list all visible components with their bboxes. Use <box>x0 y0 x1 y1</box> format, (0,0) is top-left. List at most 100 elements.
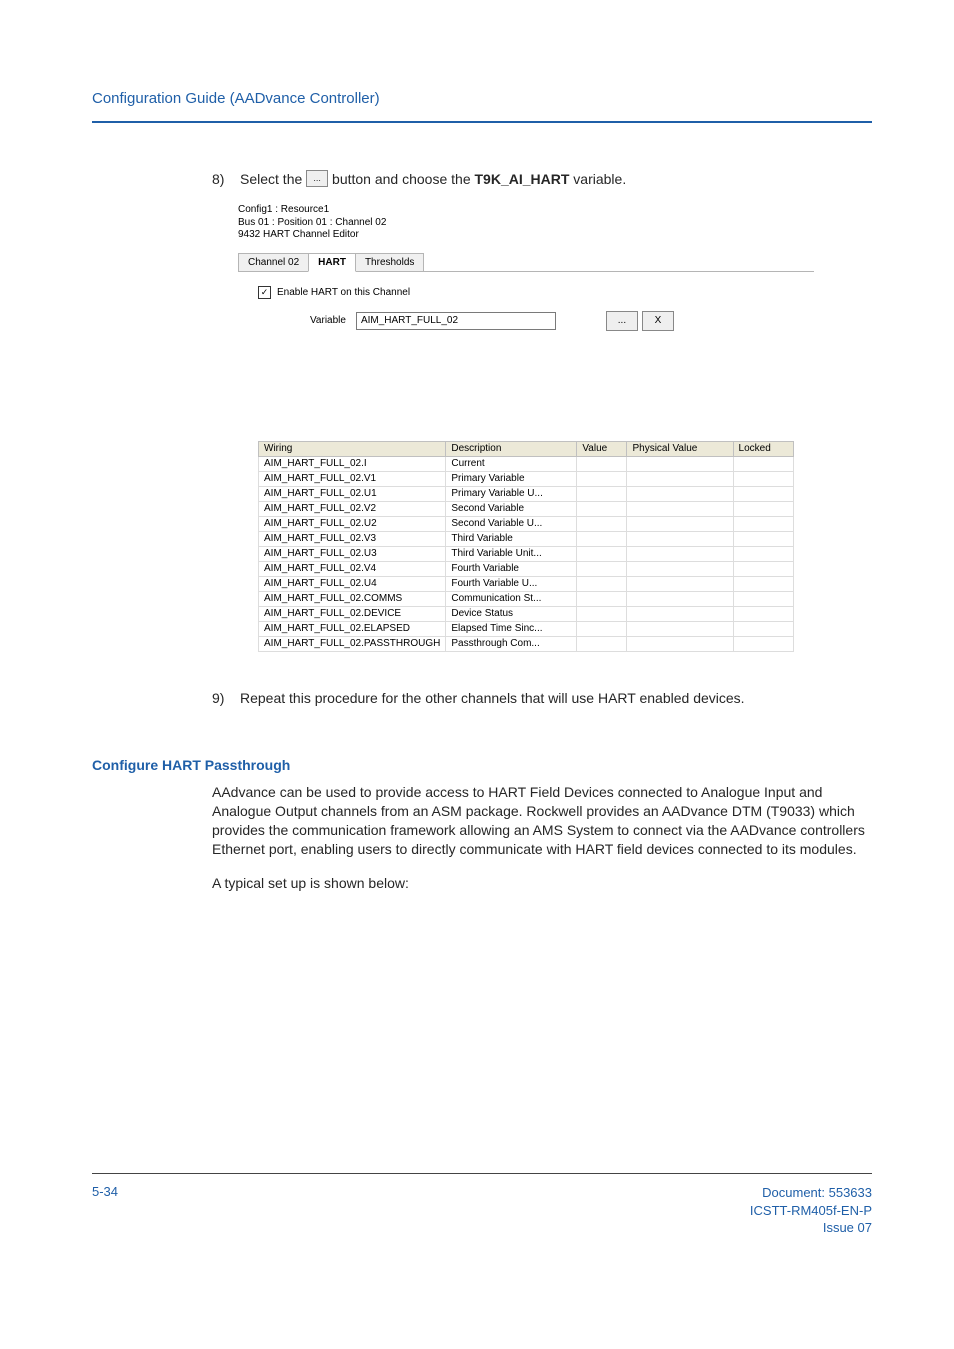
cell-empty <box>733 516 793 531</box>
cell-empty <box>577 636 627 651</box>
tab-channel[interactable]: Channel 02 <box>238 253 309 271</box>
cell-empty <box>627 546 733 561</box>
cell-empty <box>577 516 627 531</box>
cell-description: Communication St... <box>446 591 577 606</box>
tab-hart[interactable]: HART <box>308 253 356 272</box>
cell-wiring: AIM_HART_FULL_02.V2 <box>259 501 446 516</box>
cell-empty <box>733 576 793 591</box>
table-row[interactable]: AIM_HART_FULL_02.U2Second Variable U... <box>259 516 794 531</box>
cell-empty <box>577 606 627 621</box>
cell-wiring: AIM_HART_FULL_02.ELAPSED <box>259 621 446 636</box>
cell-empty <box>627 456 733 471</box>
table-row[interactable]: AIM_HART_FULL_02.U1Primary Variable U... <box>259 486 794 501</box>
cell-description: Device Status <box>446 606 577 621</box>
enable-hart-checkbox[interactable]: ✓ <box>258 286 271 299</box>
cell-empty <box>627 486 733 501</box>
cell-wiring: AIM_HART_FULL_02.PASSTHROUGH <box>259 636 446 651</box>
col-description[interactable]: Description <box>446 441 577 456</box>
footer-page: 5-34 <box>92 1184 118 1237</box>
cell-wiring: AIM_HART_FULL_02.V4 <box>259 561 446 576</box>
wiring-table: Wiring Description Value Physical Value … <box>258 441 794 652</box>
cell-description: Primary Variable <box>446 471 577 486</box>
window-title-line-1: Config1 : Resource1 <box>238 204 814 217</box>
cell-empty <box>733 546 793 561</box>
cell-empty <box>733 486 793 501</box>
col-value[interactable]: Value <box>577 441 627 456</box>
table-row[interactable]: AIM_HART_FULL_02.ELAPSEDElapsed Time Sin… <box>259 621 794 636</box>
footer-issue: Issue 07 <box>750 1219 872 1237</box>
cell-description: Primary Variable U... <box>446 486 577 501</box>
clear-button[interactable]: X <box>642 311 674 331</box>
table-row[interactable]: AIM_HART_FULL_02.V2Second Variable <box>259 501 794 516</box>
cell-empty <box>577 621 627 636</box>
cell-empty <box>577 456 627 471</box>
cell-empty <box>627 576 733 591</box>
footer-rule <box>92 1173 872 1174</box>
step-9-text: Repeat this procedure for the other chan… <box>240 690 745 706</box>
enable-hart-label: Enable HART on this Channel <box>277 287 410 298</box>
step-8: 8) Select the ... button and choose the … <box>212 169 872 190</box>
col-wiring[interactable]: Wiring <box>259 441 446 456</box>
table-row[interactable]: AIM_HART_FULL_02.COMMSCommunication St..… <box>259 591 794 606</box>
table-row[interactable]: AIM_HART_FULL_02.U4Fourth Variable U... <box>259 576 794 591</box>
table-row[interactable]: AIM_HART_FULL_02.U3Third Variable Unit..… <box>259 546 794 561</box>
table-row[interactable]: AIM_HART_FULL_02.V3Third Variable <box>259 531 794 546</box>
cell-empty <box>627 591 733 606</box>
header-rule <box>92 121 872 123</box>
cell-description: Elapsed Time Sinc... <box>446 621 577 636</box>
variable-input[interactable]: AIM_HART_FULL_02 <box>356 312 556 330</box>
cell-description: Current <box>446 456 577 471</box>
hart-editor-screenshot: Config1 : Resource1 Bus 01 : Position 01… <box>238 204 814 656</box>
cell-wiring: AIM_HART_FULL_02.V1 <box>259 471 446 486</box>
cell-description: Third Variable Unit... <box>446 546 577 561</box>
table-row[interactable]: AIM_HART_FULL_02.DEVICEDevice Status <box>259 606 794 621</box>
cell-empty <box>733 471 793 486</box>
footer-doc: Document: 553633 <box>750 1184 872 1202</box>
enable-hart-row: ✓ Enable HART on this Channel <box>258 286 794 299</box>
step-8-number: 8) <box>212 169 224 190</box>
browse-button[interactable]: ... <box>606 311 638 331</box>
cell-wiring: AIM_HART_FULL_02.DEVICE <box>259 606 446 621</box>
cell-empty <box>627 516 733 531</box>
cell-wiring: AIM_HART_FULL_02.V3 <box>259 531 446 546</box>
step-8-text-post: variable. <box>573 171 626 187</box>
cell-empty <box>577 576 627 591</box>
cell-description: Fourth Variable <box>446 561 577 576</box>
cell-empty <box>577 501 627 516</box>
cell-description: Second Variable U... <box>446 516 577 531</box>
cell-empty <box>577 486 627 501</box>
table-row[interactable]: AIM_HART_FULL_02.V4Fourth Variable <box>259 561 794 576</box>
page-header: Configuration Guide (AADvance Controller… <box>92 90 872 107</box>
step-9-number: 9) <box>212 688 224 709</box>
col-physical[interactable]: Physical Value <box>627 441 733 456</box>
cell-wiring: AIM_HART_FULL_02.U1 <box>259 486 446 501</box>
cell-empty <box>627 606 733 621</box>
step-9: 9) Repeat this procedure for the other c… <box>212 688 872 709</box>
tab-thresholds[interactable]: Thresholds <box>355 253 424 271</box>
cell-empty <box>733 456 793 471</box>
table-row[interactable]: AIM_HART_FULL_02.V1Primary Variable <box>259 471 794 486</box>
cell-empty <box>627 561 733 576</box>
cell-wiring: AIM_HART_FULL_02.COMMS <box>259 591 446 606</box>
cell-empty <box>627 471 733 486</box>
step-8-text-mid: button and choose the <box>332 171 474 187</box>
cell-empty <box>577 546 627 561</box>
col-locked[interactable]: Locked <box>733 441 793 456</box>
cell-description: Second Variable <box>446 501 577 516</box>
ellipsis-icon: ... <box>306 170 328 187</box>
variable-label: Variable <box>310 315 346 326</box>
cell-empty <box>627 621 733 636</box>
cell-wiring: AIM_HART_FULL_02.I <box>259 456 446 471</box>
cell-empty <box>577 561 627 576</box>
step-8-var: T9K_AI_HART <box>475 171 570 187</box>
cell-wiring: AIM_HART_FULL_02.U4 <box>259 576 446 591</box>
cell-empty <box>733 621 793 636</box>
cell-empty <box>733 636 793 651</box>
footer-code: ICSTT-RM405f-EN-P <box>750 1202 872 1220</box>
cell-empty <box>627 531 733 546</box>
cell-empty <box>733 531 793 546</box>
section-p2: A typical set up is shown below: <box>212 874 872 893</box>
table-row[interactable]: AIM_HART_FULL_02.ICurrent <box>259 456 794 471</box>
cell-empty <box>627 636 733 651</box>
table-row[interactable]: AIM_HART_FULL_02.PASSTHROUGHPassthrough … <box>259 636 794 651</box>
